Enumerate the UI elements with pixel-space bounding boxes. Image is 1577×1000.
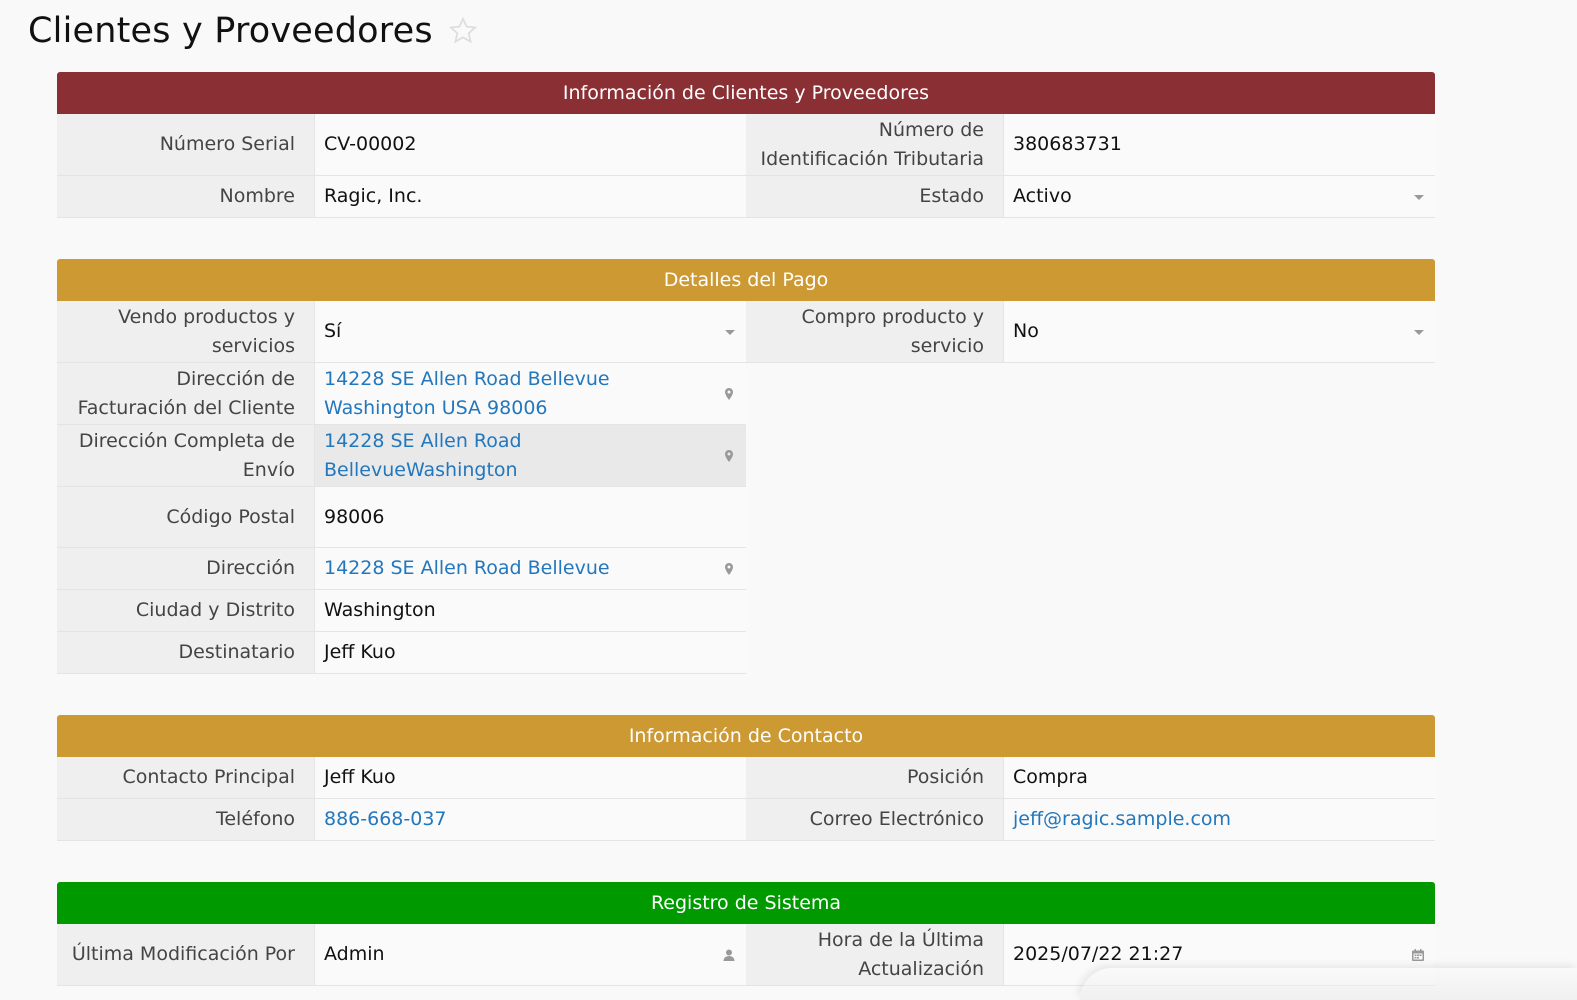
- shipping-address-field[interactable]: 14228 SE Allen Road BellevueWashington: [315, 425, 746, 486]
- section-client-info: Información de Clientes y Proveedores Nú…: [57, 72, 1435, 218]
- modified-by-field[interactable]: Admin: [315, 924, 746, 985]
- address-link[interactable]: 14228 SE Allen Road Bellevue: [324, 554, 714, 583]
- field-label: Última Modificación Por: [57, 924, 315, 985]
- caret-down-icon[interactable]: [1413, 328, 1425, 336]
- email-field[interactable]: jeff@ragic.sample.com: [1004, 799, 1435, 840]
- email-link[interactable]: jeff@ragic.sample.com: [1013, 805, 1425, 834]
- form-row: Código Postal 98006: [57, 487, 746, 548]
- page-curl-shadow: [1080, 968, 1577, 1000]
- field-label: Dirección Completa de Envío: [57, 425, 315, 486]
- field-label: Posición: [746, 757, 1004, 798]
- status-select[interactable]: Activo: [1004, 176, 1435, 217]
- field-label: Teléfono: [57, 799, 315, 840]
- address-field[interactable]: 14228 SE Allen Road Bellevue: [315, 548, 746, 589]
- postal-code-field[interactable]: 98006: [315, 487, 746, 547]
- main-contact-field[interactable]: Jeff Kuo: [315, 757, 746, 798]
- field-label: Hora de la Última Actualización: [746, 924, 1004, 985]
- field-label: Dirección: [57, 548, 315, 589]
- section-header: Detalles del Pago: [57, 259, 1435, 301]
- phone-field[interactable]: 886-668-037: [315, 799, 746, 840]
- phone-link[interactable]: 886-668-037: [324, 805, 736, 834]
- field-label: Nombre: [57, 176, 315, 217]
- form-row: Nombre Ragic, Inc. Estado Activo: [57, 176, 1435, 218]
- form-row: Dirección Completa de Envío 14228 SE All…: [57, 425, 746, 487]
- field-label: Dirección de Facturación del Cliente: [57, 363, 315, 424]
- section-payment-details: Detalles del Pago Vendo productos y serv…: [57, 259, 1435, 674]
- tax-id-field[interactable]: 380683731: [1004, 114, 1435, 175]
- caret-down-icon[interactable]: [724, 328, 736, 336]
- field-label: Correo Electrónico: [746, 799, 1004, 840]
- form-row: Destinatario Jeff Kuo: [57, 632, 746, 674]
- field-label: Compro producto y servicio: [746, 301, 1004, 362]
- buy-products-select[interactable]: No: [1004, 301, 1435, 362]
- form-row: Dirección 14228 SE Allen Road Bellevue: [57, 548, 746, 590]
- section-header: Información de Clientes y Proveedores: [57, 72, 1435, 114]
- serial-number-field[interactable]: CV-00002: [315, 114, 746, 175]
- page-title: Clientes y Proveedores: [28, 11, 433, 51]
- form-row: Número Serial CV-00002 Número de Identif…: [57, 114, 1435, 176]
- form-row: Ciudad y Distrito Washington: [57, 590, 746, 632]
- billing-address-field[interactable]: 14228 SE Allen Road Bellevue Washington …: [315, 363, 746, 424]
- field-label: Ciudad y Distrito: [57, 590, 315, 631]
- field-label: Contacto Principal: [57, 757, 315, 798]
- billing-address-link[interactable]: 14228 SE Allen Road Bellevue Washington …: [324, 365, 714, 423]
- name-field[interactable]: Ragic, Inc.: [315, 176, 746, 217]
- field-label: Destinatario: [57, 632, 315, 673]
- star-icon[interactable]: [447, 15, 479, 47]
- form-row: Vendo productos y servicios Sí Compro pr…: [57, 301, 1435, 363]
- map-pin-icon[interactable]: [722, 387, 736, 401]
- map-pin-icon[interactable]: [722, 562, 736, 576]
- form-row: Contacto Principal Jeff Kuo Posición Com…: [57, 757, 1435, 799]
- page-header: Clientes y Proveedores: [28, 6, 479, 56]
- section-contact-info: Información de Contacto Contacto Princip…: [57, 715, 1435, 841]
- form-row: Dirección de Facturación del Cliente 142…: [57, 363, 746, 425]
- city-field[interactable]: Washington: [315, 590, 746, 631]
- map-pin-icon[interactable]: [722, 449, 736, 463]
- caret-down-icon[interactable]: [1413, 193, 1425, 201]
- form-row: Teléfono 886-668-037 Correo Electrónico …: [57, 799, 1435, 841]
- field-label: Código Postal: [57, 487, 315, 547]
- calendar-icon[interactable]: [1411, 948, 1425, 962]
- recipient-field[interactable]: Jeff Kuo: [315, 632, 746, 673]
- field-label: Estado: [746, 176, 1004, 217]
- section-header: Registro de Sistema: [57, 882, 1435, 924]
- field-label: Número Serial: [57, 114, 315, 175]
- shipping-address-link[interactable]: 14228 SE Allen Road BellevueWashington: [324, 427, 714, 485]
- sell-products-select[interactable]: Sí: [315, 301, 746, 362]
- field-label: Número de Identificación Tributaria: [746, 114, 1004, 175]
- position-field[interactable]: Compra: [1004, 757, 1435, 798]
- field-label: Vendo productos y servicios: [57, 301, 315, 362]
- user-icon: [723, 949, 735, 961]
- section-header: Información de Contacto: [57, 715, 1435, 757]
